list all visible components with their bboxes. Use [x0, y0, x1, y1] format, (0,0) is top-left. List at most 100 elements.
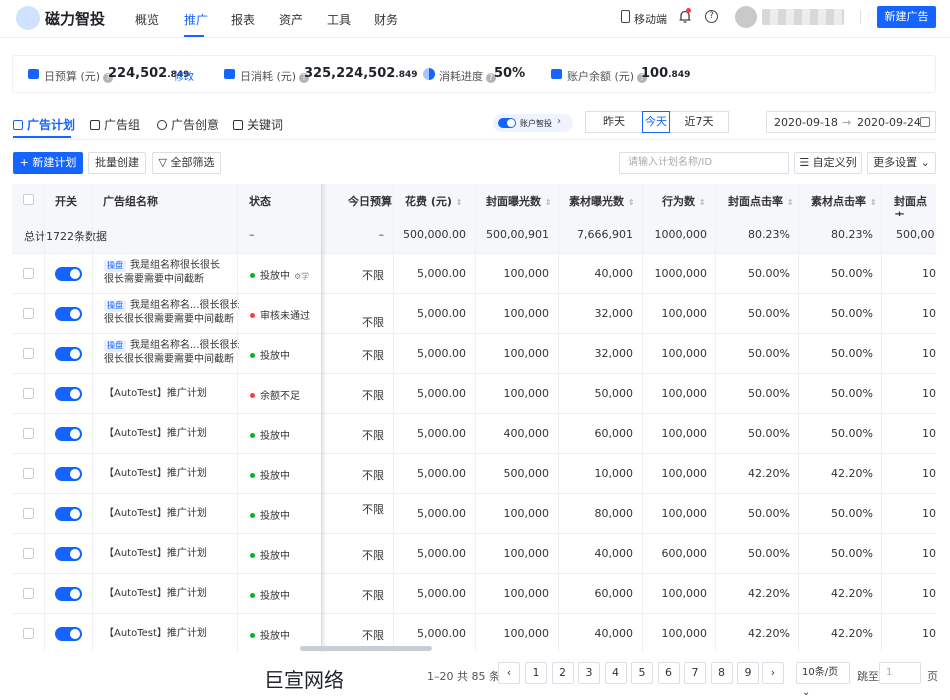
group-name[interactable]: 【AutoTest】推广计划 [104, 547, 207, 561]
row-checkbox[interactable] [23, 428, 34, 439]
group-name[interactable]: 【AutoTest】推广计划 [104, 507, 207, 521]
group-name[interactable]: 【AutoTest】推广计划 [104, 467, 207, 481]
user-name-blurred[interactable] [762, 9, 844, 25]
row-cover-imp: 400,000 [503, 427, 550, 440]
row-checkbox[interactable] [23, 308, 34, 319]
row-status-switch[interactable] [55, 587, 82, 601]
batch-create-button[interactable]: 批量创建 [88, 152, 146, 174]
col-cover-ctr[interactable]: 封面点击率 ⇕ [728, 193, 794, 209]
row-status-switch[interactable] [55, 387, 82, 401]
nav-reports[interactable]: 报表 [231, 11, 255, 28]
col-material-ctr[interactable]: 素材点击率 ⇕ [811, 193, 877, 209]
row-checkbox[interactable] [23, 348, 34, 359]
page-button[interactable]: 7 [684, 662, 706, 684]
page-button[interactable]: 8 [710, 662, 733, 684]
mobile-link[interactable]: 移动端 [634, 11, 667, 27]
row-material-ctr: 50.00% [831, 267, 873, 280]
group-name[interactable]: 【AutoTest】推广计划 [104, 587, 207, 601]
page-button[interactable]: 1 [525, 662, 547, 684]
smart-label: 账户智投 [520, 119, 552, 128]
row-checkbox[interactable] [23, 508, 34, 519]
row-checkbox[interactable] [23, 588, 34, 599]
row-budget: 不限 [362, 469, 384, 482]
next-page-button[interactable]: › [762, 662, 784, 684]
col-cover-imp[interactable]: 封面曝光数 ⇕ [486, 193, 552, 209]
row-checkbox[interactable] [23, 468, 34, 479]
smart-switch[interactable] [498, 118, 516, 128]
jump-page-input[interactable]: 1 [879, 662, 921, 684]
filter-icon: ▽ [158, 156, 171, 169]
page-size-select[interactable]: 10条/页 ⌄ [796, 662, 850, 698]
group-name[interactable]: 操盘 我是组名称名...很长很长 很长很长很需要需要中间截断 [104, 299, 240, 327]
new-plan-button[interactable]: + 新建计划 [13, 152, 83, 174]
search-input[interactable]: 请输入计划名称/ID [619, 152, 789, 174]
more-settings-button[interactable]: 更多设置 ⌄ [867, 152, 936, 174]
filter-all-button[interactable]: ▽ 全部筛选 [152, 152, 221, 174]
nav-promotion[interactable]: 推广 [184, 11, 208, 28]
avatar[interactable] [735, 6, 757, 28]
row-cover-ctr: 50.00% [748, 267, 790, 280]
tab-keywords[interactable]: 关键词 [233, 116, 283, 133]
page-button[interactable]: 9 [737, 662, 759, 684]
group-name[interactable]: 【AutoTest】推广计划 [104, 387, 207, 401]
col-actions[interactable]: 行为数 ⇕ [662, 193, 706, 209]
budget-icon [28, 69, 39, 79]
row-checkbox[interactable] [23, 628, 34, 639]
row-checkbox[interactable] [23, 388, 34, 399]
row-cost: 5,000.00 [417, 347, 466, 360]
page-button[interactable]: 5 [631, 662, 653, 684]
row-status-switch[interactable] [55, 547, 82, 561]
row-cover-ctr: 50.00% [748, 387, 790, 400]
tab-ad-plan[interactable]: 广告计划 [13, 116, 75, 133]
col-cost[interactable]: 花费 (元) ⇕ [405, 193, 463, 209]
date-7days[interactable]: 近7天 [669, 111, 729, 133]
page-suffix: 页 [927, 670, 938, 683]
prev-page-button[interactable]: ‹ [498, 662, 520, 684]
row-cover-imp: 100,000 [503, 347, 550, 360]
progress-pie-icon [423, 68, 435, 80]
date-today[interactable]: 今天 [642, 111, 670, 133]
row-cover-imp: 100,000 [503, 267, 550, 280]
row-status-switch[interactable] [55, 347, 82, 361]
nav-overview[interactable]: 概览 [135, 11, 159, 28]
row-status-switch[interactable] [55, 267, 82, 281]
group-name[interactable]: 【AutoTest】推广计划 [104, 427, 207, 441]
group-name[interactable]: 操盘 我是组名称很长很长 很长需要需要中间截断 [104, 259, 220, 287]
nav-finance[interactable]: 财务 [374, 11, 398, 28]
tabs-divider [12, 139, 936, 140]
col-material-imp[interactable]: 素材曝光数 ⇕ [569, 193, 635, 209]
row-cover-imp: 100,000 [503, 507, 550, 520]
edit-budget-link[interactable]: 修改 [174, 68, 194, 83]
row-status: 投放中 [250, 547, 290, 562]
row-status-switch[interactable] [55, 507, 82, 521]
nav-assets[interactable]: 资产 [279, 11, 303, 28]
range-arrow-icon: → [842, 116, 852, 129]
page-button[interactable]: 4 [604, 662, 627, 684]
group-name[interactable]: 【AutoTest】推广计划 [104, 627, 207, 641]
new-ad-button[interactable]: 新建广告 [877, 6, 936, 28]
row-status-switch[interactable] [55, 627, 82, 641]
page-button[interactable]: 3 [578, 662, 600, 684]
help-icon[interactable]: ? [705, 10, 718, 23]
date-yesterday[interactable]: 昨天 [585, 111, 643, 133]
account-smart-toggle[interactable]: 账户智投 › [493, 114, 573, 132]
row-checkbox[interactable] [23, 268, 34, 279]
select-all-checkbox[interactable] [23, 194, 34, 205]
row-cover-ctr: 50.00% [748, 547, 790, 560]
row-checkbox[interactable] [23, 548, 34, 559]
custom-columns-button[interactable]: ☰ 自定义列 [794, 152, 862, 174]
row-status-switch[interactable] [55, 427, 82, 441]
row-status-switch[interactable] [55, 307, 82, 321]
group-name[interactable]: 操盘 我是组名称名...很长很长 很长很长很需要需要中间截断 [104, 339, 240, 367]
row-actions: 100,000 [661, 307, 708, 320]
date-range-picker[interactable]: 2020-09-18 → 2020-09-24 [766, 111, 936, 133]
nav-tools[interactable]: 工具 [327, 11, 351, 28]
mobile-icon[interactable] [621, 10, 630, 23]
row-status-switch[interactable] [55, 467, 82, 481]
page-button[interactable]: 2 [551, 662, 574, 684]
sort-icon: ⇕ [870, 198, 877, 207]
tab-ad-creative[interactable]: 广告创意 [157, 116, 219, 133]
tab-ad-group[interactable]: 广告组 [90, 116, 140, 133]
horizontal-scrollbar[interactable] [300, 646, 432, 651]
page-button[interactable]: 6 [657, 662, 680, 684]
